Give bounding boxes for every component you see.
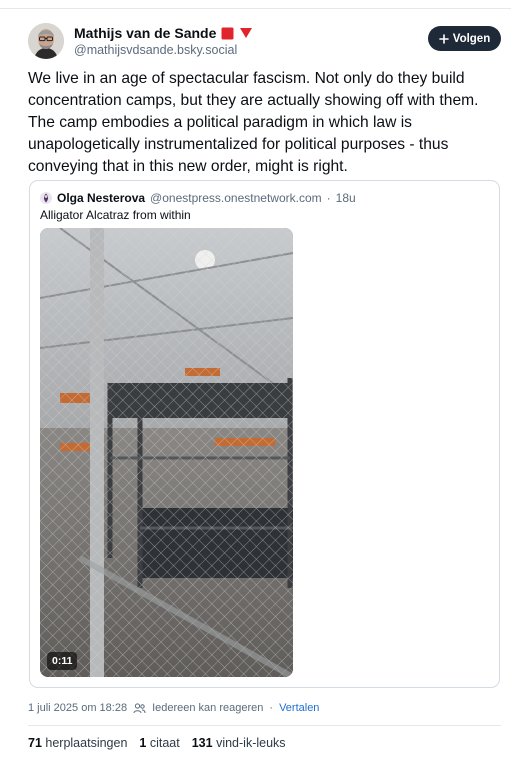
video-thumbnail — [40, 228, 293, 677]
plus-icon — [438, 33, 449, 44]
people-icon — [133, 702, 146, 713]
top-divider — [0, 8, 511, 9]
author-name[interactable]: Mathijs van de Sande — [74, 25, 216, 41]
quotes-count: 1 — [139, 736, 147, 750]
follow-button[interactable]: Volgen — [428, 26, 501, 51]
quote-author-handle[interactable]: @onestpress.onestnetwork.com — [150, 191, 322, 205]
post-text: We live in an age of spectacular fascism… — [28, 70, 479, 175]
reposts-stat[interactable]: 71 herplaatsingen — [28, 736, 127, 750]
author-name-row: Mathijs van de Sande — [74, 24, 253, 42]
likes-stat[interactable]: 131 vind-ik-leuks — [192, 736, 286, 750]
video-duration: 0:11 — [47, 652, 78, 670]
quote-author-name[interactable]: Olga Nesterova — [57, 191, 145, 205]
quote-age: 18u — [335, 191, 356, 205]
quotes-label: citaat — [149, 736, 180, 750]
red-square-emoji-icon — [221, 27, 234, 39]
avatar-image — [28, 23, 64, 59]
translate-link[interactable]: Vertalen — [279, 702, 319, 714]
quote-separator: · — [326, 191, 331, 205]
likes-count: 131 — [191, 736, 213, 750]
likes-label: vind-ik-leuks — [216, 736, 286, 750]
quote-author-avatar[interactable] — [40, 192, 52, 204]
author-avatar[interactable] — [28, 23, 64, 59]
reposts-count: 71 — [28, 736, 42, 750]
post-meta: 1 juli 2025 om 18:28 Iedereen kan reager… — [28, 702, 319, 714]
follow-button-label: Volgen — [452, 32, 491, 45]
meta-separator: · — [269, 702, 274, 714]
author-handle[interactable]: @mathijsvdsande.bsky.social — [74, 43, 237, 57]
reply-setting[interactable]: Iedereen kan reageren — [152, 702, 263, 714]
quoted-post[interactable]: Olga Nesterova @onestpress.onestnetwork.… — [29, 180, 500, 688]
video-player[interactable]: 0:11 — [40, 228, 293, 677]
engagement-stats: 71 herplaatsingen 1 citaat 131 vind-ik-l… — [28, 736, 286, 750]
red-triangle-emoji-icon — [240, 28, 253, 38]
quote-header: Olga Nesterova @onestpress.onestnetwork.… — [40, 191, 356, 205]
reposts-label: herplaatsingen — [45, 736, 128, 750]
stats-divider — [28, 725, 501, 726]
quotes-stat[interactable]: 1 citaat — [139, 736, 179, 750]
quote-text: Alligator Alcatraz from within — [40, 208, 191, 222]
post-timestamp[interactable]: 1 juli 2025 om 18:28 — [28, 702, 127, 714]
